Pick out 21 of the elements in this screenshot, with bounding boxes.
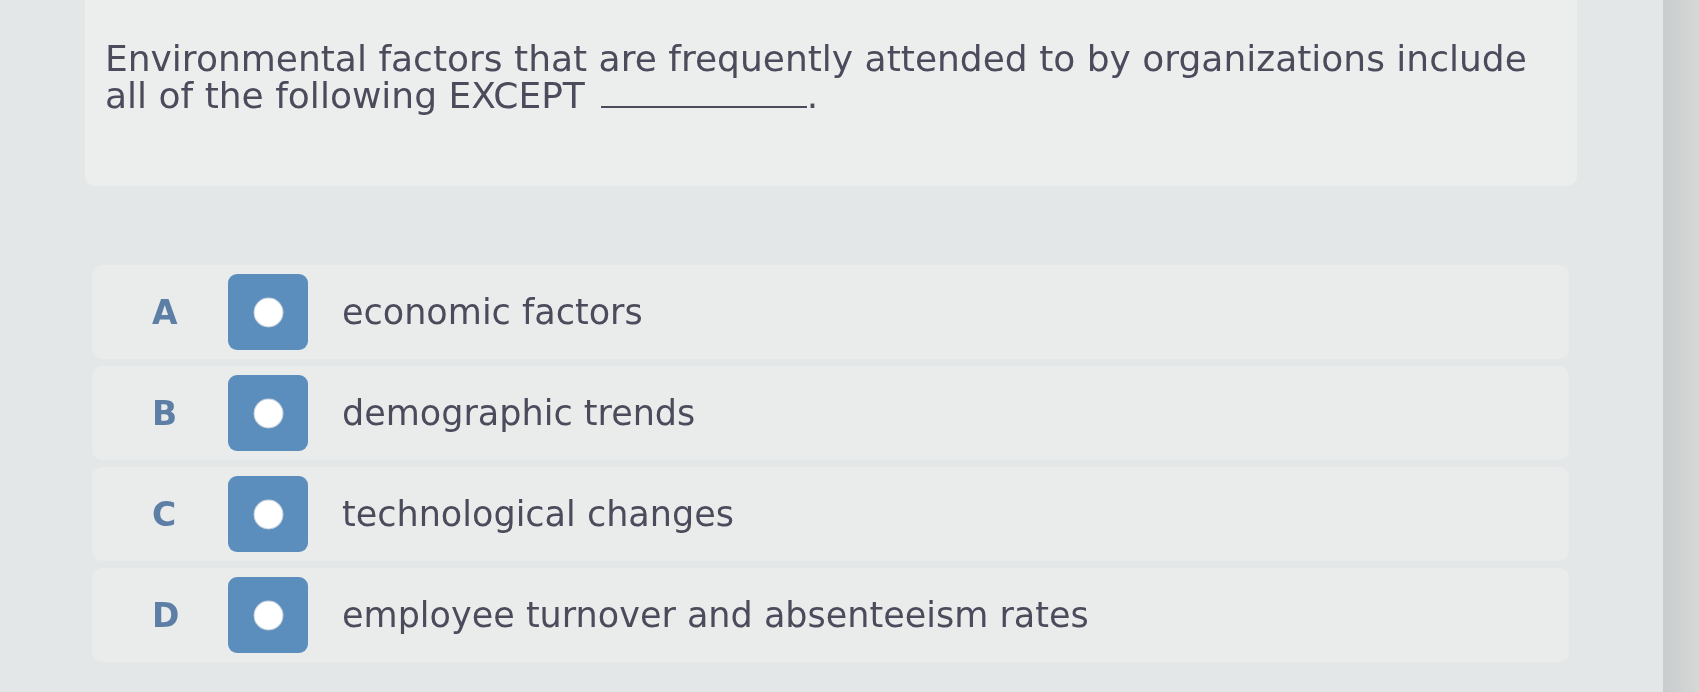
- option-text: demographic trends: [342, 392, 696, 434]
- radio-circle-icon: [252, 296, 284, 328]
- radio-circle-icon: [252, 498, 284, 530]
- option-text: technological changes: [342, 493, 734, 535]
- radio-button[interactable]: [228, 577, 308, 653]
- radio-button[interactable]: [228, 375, 308, 451]
- option-text: employee turnover and absenteeism rates: [342, 594, 1089, 636]
- option-letter: B: [152, 393, 179, 433]
- option-letter: C: [152, 494, 178, 534]
- question-text: Environmental factors that are frequently attended to by organizations include all of the following EXCEPT .: [105, 40, 1528, 114]
- option-letter: A: [152, 292, 179, 332]
- radio-circle-icon: [252, 599, 284, 631]
- radio-circle-icon: [252, 397, 284, 429]
- option-text: economic factors: [342, 291, 643, 333]
- answer-option[interactable]: C technological changes: [92, 467, 1569, 561]
- option-letter: D: [152, 595, 181, 635]
- answer-option[interactable]: D employee turnover and absenteeism rates: [92, 568, 1569, 662]
- answer-option[interactable]: A economic factors: [92, 265, 1569, 359]
- answer-option[interactable]: B demographic trends: [92, 366, 1569, 460]
- radio-button[interactable]: [228, 274, 308, 350]
- radio-button[interactable]: [228, 476, 308, 552]
